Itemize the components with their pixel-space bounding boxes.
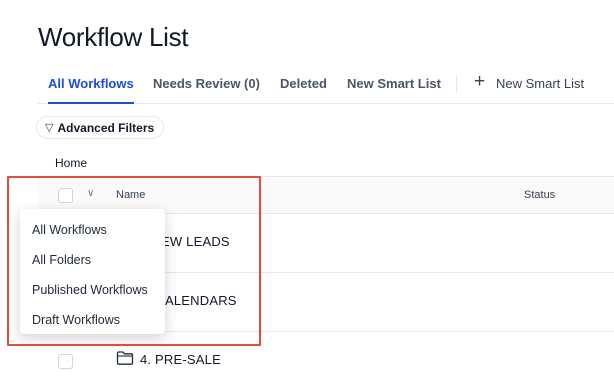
- select-all-checkbox[interactable]: [58, 188, 73, 203]
- column-header-status[interactable]: Status: [524, 189, 555, 201]
- column-header-name[interactable]: Name: [116, 189, 145, 201]
- dropdown-item-published-workflows[interactable]: Published Workflows: [20, 275, 165, 305]
- advanced-filters-button[interactable]: ▽ Advanced Filters: [36, 116, 165, 139]
- row-name[interactable]: EW LEADS: [161, 234, 230, 249]
- tab-divider: [456, 75, 457, 93]
- filter-icon: ▽: [45, 122, 54, 134]
- new-smart-list-button[interactable]: New Smart List: [496, 76, 584, 91]
- breadcrumb-home[interactable]: Home: [55, 156, 87, 170]
- dropdown-item-all-workflows[interactable]: All Workflows: [20, 215, 165, 245]
- select-filter-dropdown: All Workflows All Folders Published Work…: [20, 209, 165, 334]
- row-name[interactable]: 4. PRE-SALE: [140, 352, 221, 367]
- tab-deleted[interactable]: Deleted: [280, 76, 327, 91]
- tab-bar: All Workflows Needs Review (0) Deleted N…: [38, 68, 614, 104]
- chevron-down-icon[interactable]: ∨: [87, 188, 94, 199]
- row-checkbox[interactable]: [58, 354, 73, 369]
- page-title: Workflow List: [38, 22, 189, 52]
- dropdown-item-all-folders[interactable]: All Folders: [20, 245, 165, 275]
- table-row[interactable]: 4. PRE-SALE: [38, 332, 614, 376]
- advanced-filters-label: Advanced Filters: [57, 120, 155, 135]
- tab-all-workflows[interactable]: All Workflows: [48, 76, 134, 104]
- tab-new-smart-list[interactable]: New Smart List: [347, 76, 441, 91]
- plus-icon[interactable]: +: [474, 71, 485, 93]
- tab-needs-review[interactable]: Needs Review (0): [153, 76, 260, 91]
- folder-icon: [116, 351, 134, 365]
- row-name[interactable]: ALENDARS: [165, 293, 237, 308]
- dropdown-item-draft-workflows[interactable]: Draft Workflows: [20, 305, 165, 335]
